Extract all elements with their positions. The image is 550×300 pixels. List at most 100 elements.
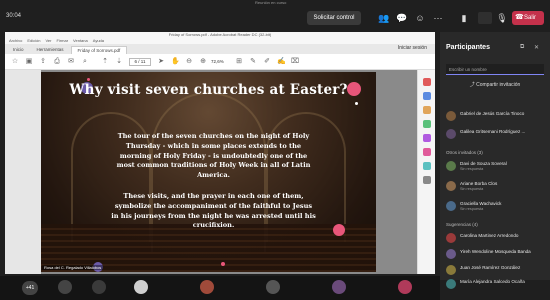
participant-row[interactable]: Ariane Borba Clos Sin respuesta: [446, 180, 546, 193]
request-control-button[interactable]: Solicitar control: [307, 11, 361, 25]
participant-tile[interactable]: [58, 280, 72, 294]
suggestions-section-label[interactable]: Sugerencias (4): [446, 222, 478, 227]
more-actions-icon[interactable]: ⋯: [432, 12, 444, 24]
reactions-icon[interactable]: ☺: [414, 12, 426, 24]
decorative-dot: [355, 102, 358, 105]
avatar: [446, 265, 456, 275]
participant-status: Sin respuesta: [460, 207, 484, 211]
participant-row[interactable]: Gabriel de Jesús García Tinoco: [446, 110, 546, 123]
participant-name: Ariane Borba Clos: [460, 181, 498, 186]
sign-in-link[interactable]: Iniciar sesión: [398, 45, 427, 51]
select-arrow-icon[interactable]: ➤: [157, 58, 165, 66]
slide-paragraph-1: The tour of the seven churches on the ni…: [116, 132, 311, 180]
tool-icon[interactable]: [423, 176, 431, 184]
fit-page-icon[interactable]: ⊞: [235, 58, 243, 66]
participant-tile[interactable]: [134, 280, 148, 294]
participant-tile[interactable]: [92, 280, 106, 294]
participant-name: Yireh Wendoline Mosqueda Banda: [460, 249, 531, 254]
tool-icon[interactable]: [423, 162, 431, 170]
leave-button[interactable]: ☎ Salir: [512, 11, 544, 25]
decorative-dot: [333, 224, 345, 236]
participant-name: Carolina Martinez Arredondo: [460, 233, 519, 238]
zoom-out-icon[interactable]: ⊖: [185, 58, 193, 66]
star-icon[interactable]: ☆: [11, 58, 19, 66]
participant-name: Davi de Souza Soveral: [460, 161, 507, 166]
avatar: [446, 233, 456, 243]
tool-icon[interactable]: [423, 148, 431, 156]
page-number-field[interactable]: 6 / 11: [129, 58, 151, 66]
participant-tile[interactable]: [266, 280, 280, 294]
camera-preview: [478, 12, 492, 24]
participant-row[interactable]: Graciella Wachavick Sin respuesta: [446, 200, 546, 213]
participant-tile[interactable]: [200, 280, 214, 294]
email-icon[interactable]: ✉: [67, 58, 75, 66]
participants-icon[interactable]: 👥: [378, 12, 390, 24]
hand-tool-icon[interactable]: ✋: [171, 58, 180, 66]
avatar: [446, 161, 456, 171]
search-input[interactable]: Escribir un nombre: [446, 64, 544, 75]
tool-icon[interactable]: [423, 106, 431, 114]
next-page-icon[interactable]: ⇣: [115, 58, 123, 66]
mic-off-icon[interactable]: 🎙: [496, 12, 508, 24]
participant-name: Gabriel de Jesús García Tinoco: [460, 111, 525, 116]
participant-name: Graciella Wachavick: [460, 201, 502, 206]
chat-icon[interactable]: 💬: [396, 12, 408, 24]
document-area: Why visit seven churches at Easter? The …: [5, 70, 435, 274]
print-icon[interactable]: ⎙: [53, 58, 61, 66]
right-tools-rail: [417, 70, 435, 274]
stamp-icon[interactable]: ⌧: [291, 58, 299, 66]
tool-icon[interactable]: [423, 120, 431, 128]
participant-name: Juan José Ramírez González: [460, 265, 521, 270]
meeting-caption: Reunión en curso: [255, 0, 287, 5]
participant-video-strip: +41: [0, 276, 440, 300]
search-icon[interactable]: ⌕: [81, 58, 89, 66]
comment-icon[interactable]: ✎: [249, 58, 257, 66]
tool-icon[interactable]: [423, 92, 431, 100]
avatar: [446, 181, 456, 191]
participant-row[interactable]: Yireh Wendoline Mosqueda Banda: [446, 248, 546, 261]
tab-bar: Inicio Herramientas Friday of Sorrows.pd…: [5, 44, 435, 54]
panel-title: Participantes: [446, 44, 490, 51]
sign-icon[interactable]: ✍: [277, 58, 286, 66]
tool-icon[interactable]: [423, 78, 431, 86]
phone-icon: ☎: [515, 14, 524, 21]
participant-row[interactable]: María Alejandra Salcedo Ocaña: [446, 278, 546, 291]
participant-name: María Alejandra Salcedo Ocaña: [460, 279, 525, 284]
acrobat-window: Friday of Sorrows.pdf - Adobe Acrobat Re…: [5, 32, 435, 274]
save-icon[interactable]: ▣: [25, 58, 33, 66]
upload-icon[interactable]: ⇪: [39, 58, 47, 66]
camera-icon[interactable]: ▮: [458, 12, 470, 24]
participant-status: Sin respuesta: [460, 187, 484, 191]
participant-row[interactable]: Galilea Gritsemani Rodríguez ...: [446, 128, 546, 141]
meeting-top-bar: Reunión en curso 30:04 Solicitar control…: [0, 0, 550, 32]
zoom-level[interactable]: 72,6%: [211, 58, 229, 66]
avatar: [446, 129, 456, 139]
participant-tile[interactable]: [398, 280, 412, 294]
close-icon[interactable]: ✕: [534, 44, 539, 51]
tab-tools[interactable]: Herramientas: [31, 46, 70, 54]
participant-name: Galilea Gritsemani Rodríguez ...: [460, 129, 526, 134]
acrobat-toolbar: ☆ ▣ ⇪ ⎙ ✉ ⌕ ⇡ ⇣ 6 / 11 ➤ ✋ ⊖ ⊕ 72,6% ⊞ ✎…: [5, 54, 435, 70]
avatar: [446, 279, 456, 289]
participant-tile[interactable]: [332, 280, 346, 294]
presenter-name: Rosa del C. Regalado Villalobos: [42, 265, 104, 270]
avatar: [446, 111, 456, 121]
more-participants-badge[interactable]: +41: [22, 281, 38, 295]
others-section-label[interactable]: Otros invitados (3): [446, 150, 483, 155]
zoom-in-icon[interactable]: ⊕: [199, 58, 207, 66]
leave-label: Salir: [524, 15, 537, 21]
tab-home[interactable]: Inicio: [7, 46, 30, 54]
share-invite-button[interactable]: ⤴ Compartir invitación: [446, 80, 544, 90]
participant-row[interactable]: Davi de Souza Soveral Sin respuesta: [446, 160, 546, 173]
tab-document[interactable]: Friday of Sorrows.pdf: [70, 46, 128, 54]
participant-row[interactable]: Carolina Martinez Arredondo: [446, 232, 546, 245]
meeting-timer: 30:04: [6, 13, 22, 19]
popout-icon[interactable]: ⧉: [520, 44, 524, 51]
slide-paragraph-2: These visits, and the prayer in each one…: [111, 192, 316, 230]
tool-icon[interactable]: [423, 134, 431, 142]
participant-row[interactable]: Juan José Ramírez González: [446, 264, 546, 277]
avatar: [446, 249, 456, 259]
highlight-icon[interactable]: ✐: [263, 58, 271, 66]
participants-panel: Participantes ⧉ ✕ Escribir un nombre ⤴ C…: [440, 32, 550, 289]
prev-page-icon[interactable]: ⇡: [101, 58, 109, 66]
